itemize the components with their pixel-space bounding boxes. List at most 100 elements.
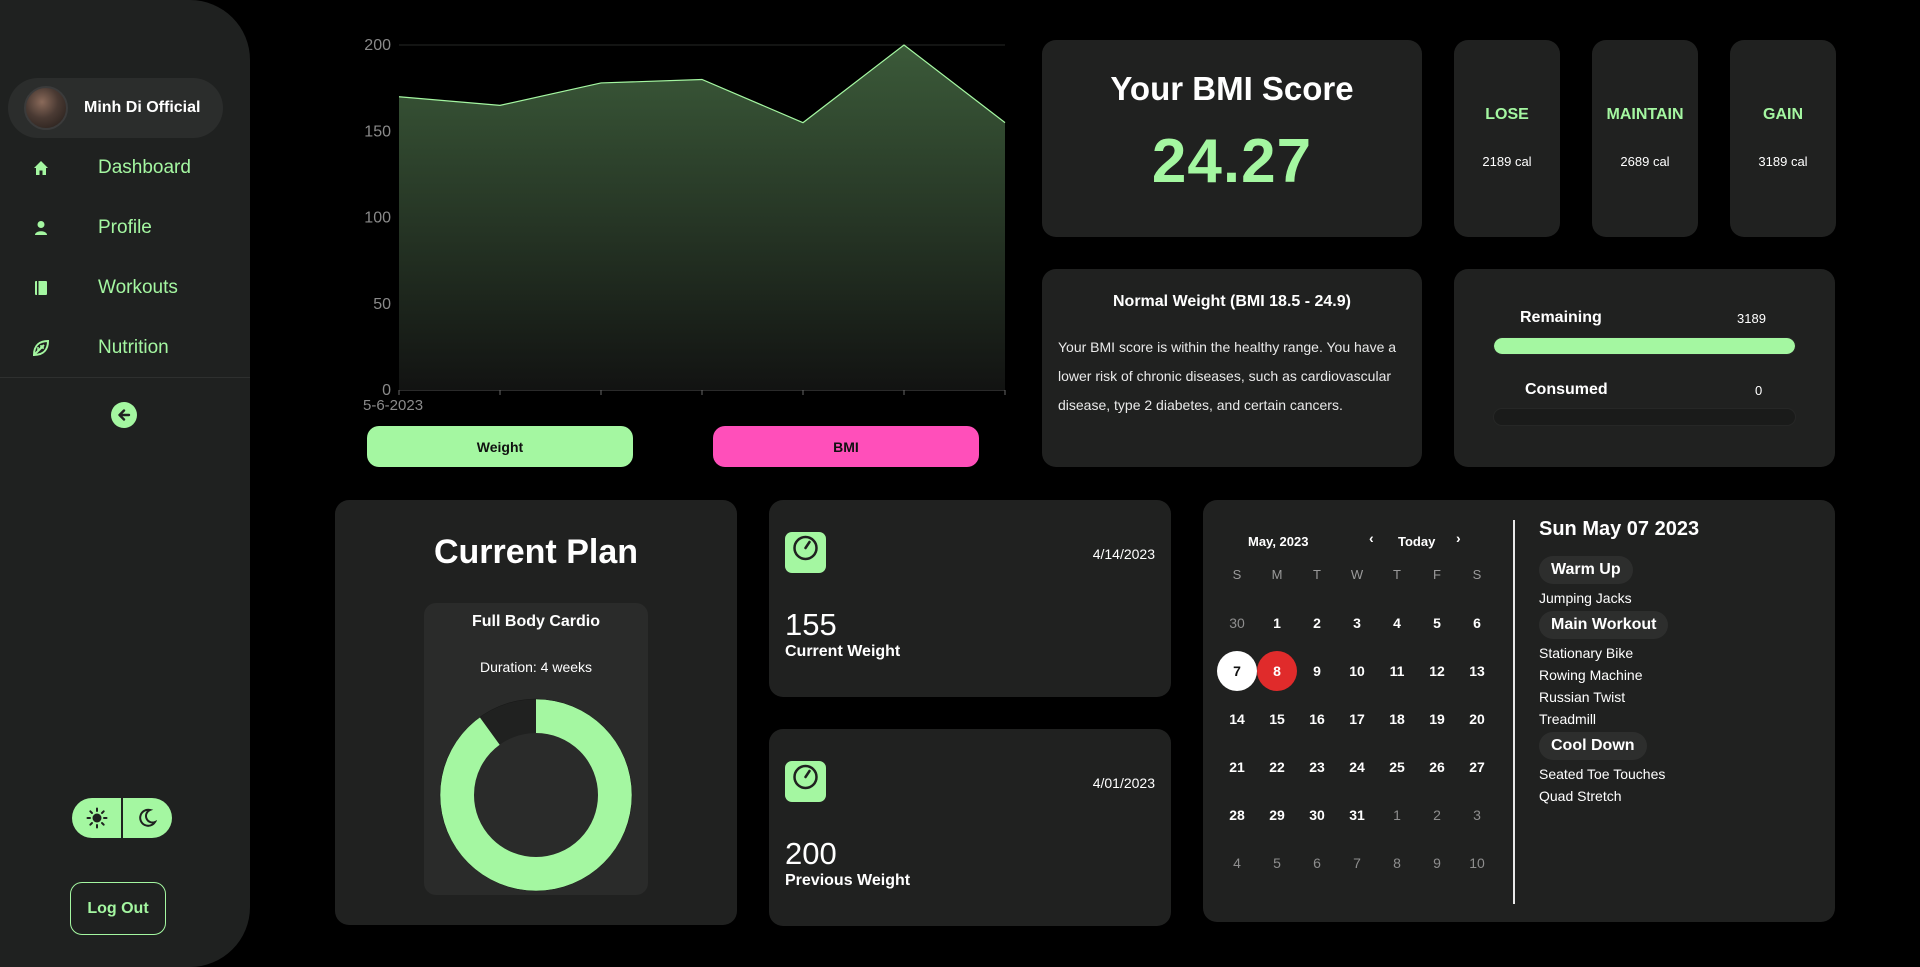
calendar-day[interactable]: 13 (1457, 651, 1497, 691)
calendar-day[interactable]: 22 (1257, 747, 1297, 787)
profile-chip[interactable]: Minh Di Official (8, 78, 223, 138)
gain-card[interactable]: GAIN 3189 cal (1730, 40, 1836, 237)
calendar-day[interactable]: 2 (1417, 795, 1457, 835)
today-button[interactable]: Today (1398, 534, 1435, 549)
collapse-sidebar-button[interactable] (111, 402, 137, 428)
calendar-day[interactable]: 7 (1337, 843, 1377, 883)
calendar-day[interactable]: 18 (1377, 699, 1417, 739)
calendar-day[interactable]: 15 (1257, 699, 1297, 739)
logout-button[interactable]: Log Out (70, 882, 166, 935)
weekday-label: T (1393, 567, 1401, 582)
person-icon (32, 219, 50, 237)
prev-month-button[interactable]: ‹ (1369, 530, 1374, 546)
nav-label: Workouts (98, 277, 178, 298)
plan-duration: Duration: 4 weeks (479, 659, 593, 675)
weight-area-chart: 050100150200 5-6-2023 (363, 37, 1006, 414)
light-mode-button[interactable] (72, 798, 121, 838)
next-month-button[interactable]: › (1456, 530, 1461, 546)
calendar-day[interactable]: 23 (1297, 747, 1337, 787)
avatar (24, 86, 68, 130)
calendar-day[interactable]: 6 (1297, 843, 1337, 883)
weekday-label: T (1313, 567, 1321, 582)
calendar-day[interactable]: 3 (1337, 603, 1377, 643)
calendar-day[interactable]: 7 (1217, 651, 1257, 691)
calendar-divider (1513, 520, 1515, 904)
maintain-card[interactable]: MAINTAIN 2689 cal (1592, 40, 1698, 237)
calendar-day[interactable]: 1 (1257, 603, 1297, 643)
calendar-day[interactable]: 26 (1417, 747, 1457, 787)
y-tick-label: 50 (373, 296, 391, 313)
y-tick-label: 100 (364, 210, 391, 227)
calendar-day[interactable]: 9 (1417, 843, 1457, 883)
calendar-day[interactable]: 11 (1377, 651, 1417, 691)
previous-weight-card: 4/01/2023 200 Previous Weight (769, 729, 1171, 926)
nav-label: Nutrition (98, 337, 169, 358)
nav-item-profile[interactable]: Profile (0, 200, 250, 256)
calendar-day[interactable]: 9 (1297, 651, 1337, 691)
gain-calories: 3189 cal (1758, 154, 1808, 169)
nav-divider (0, 377, 250, 378)
arrow-left-icon (118, 409, 131, 421)
weekday-label: W (1350, 567, 1364, 582)
previous-weight-date: 4/01/2023 (1092, 775, 1155, 791)
nav-item-workouts[interactable]: Workouts (0, 260, 250, 316)
current-weight-label: Current Weight (785, 643, 901, 660)
exercise-item: Jumping Jacks (1539, 590, 1632, 606)
area-fill (399, 45, 1005, 390)
calendar-day[interactable]: 27 (1457, 747, 1497, 787)
weight-chart: 0 50 100 150 200 5-6-2023 (355, 30, 1015, 415)
calendar-day[interactable]: 10 (1337, 651, 1377, 691)
bmi-chart-button[interactable]: BMI (713, 426, 979, 467)
dark-mode-button[interactable] (123, 798, 172, 838)
calendar-day[interactable]: 21 (1217, 747, 1257, 787)
remaining-bar (1493, 337, 1796, 355)
theme-toggle (72, 798, 172, 838)
nav-item-dashboard[interactable]: Dashboard (0, 140, 250, 196)
plan-details[interactable]: Full Body Cardio Duration: 4 weeks (424, 603, 648, 895)
calendar-day[interactable]: 8 (1257, 651, 1297, 691)
calendar-day[interactable]: 6 (1457, 603, 1497, 643)
calendar-day[interactable]: 17 (1337, 699, 1377, 739)
lose-calories: 2189 cal (1482, 154, 1532, 169)
calendar-day[interactable]: 8 (1377, 843, 1417, 883)
weight-chart-button[interactable]: Weight (367, 426, 633, 467)
plan-name: Full Body Cardio (472, 613, 600, 630)
calendar-day[interactable]: 19 (1417, 699, 1457, 739)
bmi-info-card: Normal Weight (BMI 18.5 - 24.9) Your BMI… (1042, 269, 1422, 467)
calendar-day[interactable]: 5 (1417, 603, 1457, 643)
calendar-day[interactable]: 3 (1457, 795, 1497, 835)
calendar-day[interactable]: 30 (1297, 795, 1337, 835)
calendar-day[interactable]: 28 (1217, 795, 1257, 835)
nav-item-nutrition[interactable]: Nutrition (0, 320, 250, 376)
calendar-day[interactable]: 31 (1337, 795, 1377, 835)
scale-icon (785, 761, 826, 802)
bmi-title: Your BMI Score (1110, 70, 1354, 107)
consumed-bar (1493, 408, 1796, 426)
calendar-day[interactable]: 2 (1297, 603, 1337, 643)
previous-weight-label: Previous Weight (785, 872, 911, 889)
calendar-day[interactable]: 4 (1377, 603, 1417, 643)
lose-card[interactable]: LOSE 2189 cal (1454, 40, 1560, 237)
remaining-value: 3189 (1737, 311, 1766, 326)
calendar-day[interactable]: 30 (1217, 603, 1257, 643)
exercise-item: Treadmill (1539, 711, 1597, 727)
calendar-day[interactable]: 25 (1377, 747, 1417, 787)
calendar-day[interactable]: 16 (1297, 699, 1337, 739)
calendar-day[interactable]: 24 (1337, 747, 1377, 787)
gain-label: GAIN (1763, 106, 1803, 123)
calendar-day[interactable]: 29 (1257, 795, 1297, 835)
calendar-day[interactable]: 4 (1217, 843, 1257, 883)
calendar-day[interactable]: 10 (1457, 843, 1497, 883)
plan-progress-ring (439, 698, 633, 892)
profile-name: Minh Di Official (84, 99, 201, 116)
calendar-day[interactable]: 1 (1377, 795, 1417, 835)
bmi-score-card: Your BMI Score 24.27 (1042, 40, 1422, 237)
bmi-value: 24.27 (1151, 127, 1313, 196)
x-tick-label: 5-6-2023 (363, 397, 423, 414)
calendar-day[interactable]: 5 (1257, 843, 1297, 883)
y-tick-label: 200 (364, 37, 391, 54)
nav-label: Profile (98, 217, 152, 238)
calendar-day[interactable]: 12 (1417, 651, 1457, 691)
calendar-day[interactable]: 20 (1457, 699, 1497, 739)
calendar-day[interactable]: 14 (1217, 699, 1257, 739)
